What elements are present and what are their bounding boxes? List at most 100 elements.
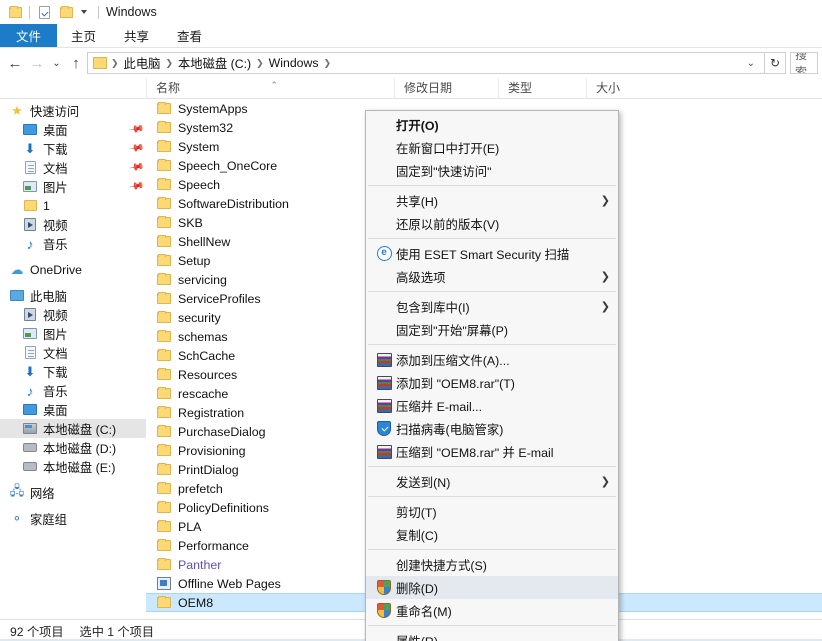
- sidebar-item-视频[interactable]: 视频: [0, 215, 146, 234]
- navigation-pane: ★ 快速访问 桌面 📌 ⬇ 下载 📌 文档 📌 图片 📌 1 视频 ♪ 音乐 ☁ OneDrive 此电脑 视频 图片…: [0, 99, 146, 614]
- menu-item-打开-O[interactable]: 打开(O): [366, 113, 618, 136]
- folder-icon[interactable]: [57, 3, 75, 21]
- sidebar-item-1[interactable]: 1: [0, 196, 146, 215]
- back-button[interactable]: ←: [4, 52, 26, 74]
- menu-item-复制-C[interactable]: 复制(C): [366, 523, 618, 546]
- file-name: PLA: [178, 519, 202, 534]
- menu-item-删除-D[interactable]: 删除(D): [366, 576, 618, 599]
- tab-share[interactable]: 共享: [110, 24, 163, 47]
- menu-item-固定到-开始-屏幕-P[interactable]: 固定到"开始"屏幕(P): [366, 318, 618, 341]
- menu-item-压缩到-OEM8-rar-并-E-mail[interactable]: 压缩到 "OEM8.rar" 并 E-mail: [366, 440, 618, 463]
- up-button[interactable]: ↑: [65, 52, 87, 74]
- menu-item-包含到库中-I[interactable]: 包含到库中(I) ❯: [366, 295, 618, 318]
- sidebar-item-label: 下载: [43, 142, 68, 157]
- file-name: rescache: [178, 386, 229, 401]
- menu-item-还原以前的版本-V[interactable]: 还原以前的版本(V): [366, 212, 618, 235]
- sidebar-group-家庭组[interactable]: ⚬ 家庭组: [0, 509, 146, 528]
- sidebar-item-文档[interactable]: 文档: [0, 343, 146, 362]
- menu-item-使用-ESET-Smart-Security-扫描[interactable]: e 使用 ESET Smart Security 扫描: [366, 242, 618, 265]
- document-icon: [22, 160, 38, 176]
- menu-item-固定到-快速访问[interactable]: 固定到"快速访问": [366, 159, 618, 182]
- pin-icon[interactable]: 📌: [128, 159, 145, 175]
- sidebar-group-label: 网络: [30, 486, 55, 501]
- tab-file[interactable]: 文件: [0, 24, 58, 47]
- sidebar-group-此电脑[interactable]: 此电脑: [0, 286, 146, 305]
- title-bar: Windows: [0, 0, 822, 24]
- web-folder-icon: [156, 576, 172, 592]
- tab-view[interactable]: 查看: [163, 24, 216, 47]
- column-header-type[interactable]: 类型: [498, 77, 586, 99]
- chevron-down-icon[interactable]: [75, 3, 93, 21]
- menu-item-属性-R[interactable]: 属性(R): [366, 629, 618, 641]
- sidebar-item-label: 桌面: [43, 403, 68, 418]
- folder-icon: [156, 348, 172, 364]
- menu-item-共享-H[interactable]: 共享(H) ❯: [366, 189, 618, 212]
- recent-locations-icon[interactable]: ⌄: [48, 52, 65, 74]
- system-drive-icon: [22, 421, 38, 437]
- document-icon: [22, 345, 38, 361]
- sidebar-item-音乐[interactable]: ♪ 音乐: [0, 381, 146, 400]
- search-input[interactable]: 搜索: [790, 52, 818, 74]
- menu-item-压缩并-E-mail[interactable]: 压缩并 E-mail...: [366, 394, 618, 417]
- column-header-name[interactable]: ⌃ 名称: [146, 77, 394, 99]
- menu-item-扫描病毒-电脑管家[interactable]: 扫描病毒(电脑管家): [366, 417, 618, 440]
- chevron-right-icon: ❯: [600, 195, 610, 207]
- pin-icon[interactable]: 📌: [128, 121, 145, 137]
- sidebar-item-音乐[interactable]: ♪ 音乐: [0, 234, 146, 253]
- sidebar-item-图片[interactable]: 图片: [0, 324, 146, 343]
- menu-item-剪切-T[interactable]: 剪切(T): [366, 500, 618, 523]
- music-icon: ♪: [26, 235, 34, 252]
- menu-item-label: 创建快捷方式(S): [396, 558, 487, 573]
- sidebar-group-网络[interactable]: 🖧 网络: [0, 483, 146, 502]
- sidebar-item-下载[interactable]: ⬇ 下载 📌: [0, 139, 146, 158]
- file-name: Performance: [178, 538, 249, 553]
- file-name: Panther: [178, 557, 222, 572]
- refresh-icon[interactable]: ↻: [765, 52, 786, 74]
- folder-icon[interactable]: [6, 3, 24, 21]
- file-name: prefetch: [178, 481, 223, 496]
- sidebar-item-桌面[interactable]: 桌面 📌: [0, 120, 146, 139]
- menu-item-label: 添加到压缩文件(A)...: [396, 353, 510, 368]
- sidebar-item-视频[interactable]: 视频: [0, 305, 146, 324]
- sidebar-item-本地磁盘 (C:)[interactable]: 本地磁盘 (C:): [0, 419, 146, 438]
- breadcrumb-separator[interactable]: ❯: [255, 58, 265, 69]
- folder-icon: [156, 196, 172, 212]
- winrar-icon: [374, 352, 394, 367]
- menu-item-发送到-N[interactable]: 发送到(N) ❯: [366, 470, 618, 493]
- sidebar-item-本地磁盘 (E:)[interactable]: 本地磁盘 (E:): [0, 457, 146, 476]
- menu-item-创建快捷方式-S[interactable]: 创建快捷方式(S): [366, 553, 618, 576]
- forward-button[interactable]: →: [26, 52, 48, 74]
- network-icon: 🖧: [9, 482, 25, 498]
- folder-icon: [156, 462, 172, 478]
- menu-item-label: 固定到"开始"屏幕(P): [396, 323, 509, 338]
- sidebar-item-本地磁盘 (D:)[interactable]: 本地磁盘 (D:): [0, 438, 146, 457]
- menu-item-重命名-M[interactable]: 重命名(M): [366, 599, 618, 622]
- sidebar-group-OneDrive[interactable]: ☁ OneDrive: [0, 260, 146, 279]
- breadcrumb-separator[interactable]: ❯: [323, 58, 333, 69]
- menu-item-在新窗口中打开-E[interactable]: 在新窗口中打开(E): [366, 136, 618, 159]
- menu-item-高级选项[interactable]: 高级选项 ❯: [366, 265, 618, 288]
- sidebar-item-桌面[interactable]: 桌面: [0, 400, 146, 419]
- sidebar-group-快速访问[interactable]: ★ 快速访问: [0, 101, 146, 120]
- pin-icon[interactable]: 📌: [128, 178, 145, 194]
- breadcrumb[interactable]: ❯ 此电脑 ❯ 本地磁盘 (C:) ❯ Windows ❯ ⌄: [87, 52, 765, 74]
- sidebar-item-文档[interactable]: 文档 📌: [0, 158, 146, 177]
- breadcrumb-separator[interactable]: ❯: [164, 58, 174, 69]
- breadcrumb-item-local-disk-c[interactable]: 本地磁盘 (C:): [174, 54, 255, 72]
- sidebar-item-下载[interactable]: ⬇ 下载: [0, 362, 146, 381]
- breadcrumb-item-windows[interactable]: Windows: [265, 56, 323, 70]
- column-header-size[interactable]: 大小: [586, 77, 674, 99]
- sidebar-item-图片[interactable]: 图片 📌: [0, 177, 146, 196]
- column-label: 修改日期: [404, 80, 453, 95]
- breadcrumb-item-this-pc[interactable]: 此电脑: [120, 54, 165, 72]
- menu-item-添加到-OEM8-rar-T[interactable]: 添加到 "OEM8.rar"(T): [366, 371, 618, 394]
- pin-icon[interactable]: 📌: [128, 140, 145, 156]
- menu-item-添加到压缩文件-A[interactable]: 添加到压缩文件(A)...: [366, 348, 618, 371]
- properties-icon[interactable]: [35, 3, 53, 21]
- column-header-row: ⌃ 名称 修改日期 类型 大小: [0, 77, 822, 99]
- chevron-down-icon[interactable]: ⌄: [741, 58, 761, 69]
- column-header-date[interactable]: 修改日期: [394, 77, 498, 99]
- file-name: ServiceProfiles: [178, 291, 261, 306]
- tab-home[interactable]: 主页: [57, 24, 110, 47]
- menu-item-label: 在新窗口中打开(E): [396, 141, 500, 156]
